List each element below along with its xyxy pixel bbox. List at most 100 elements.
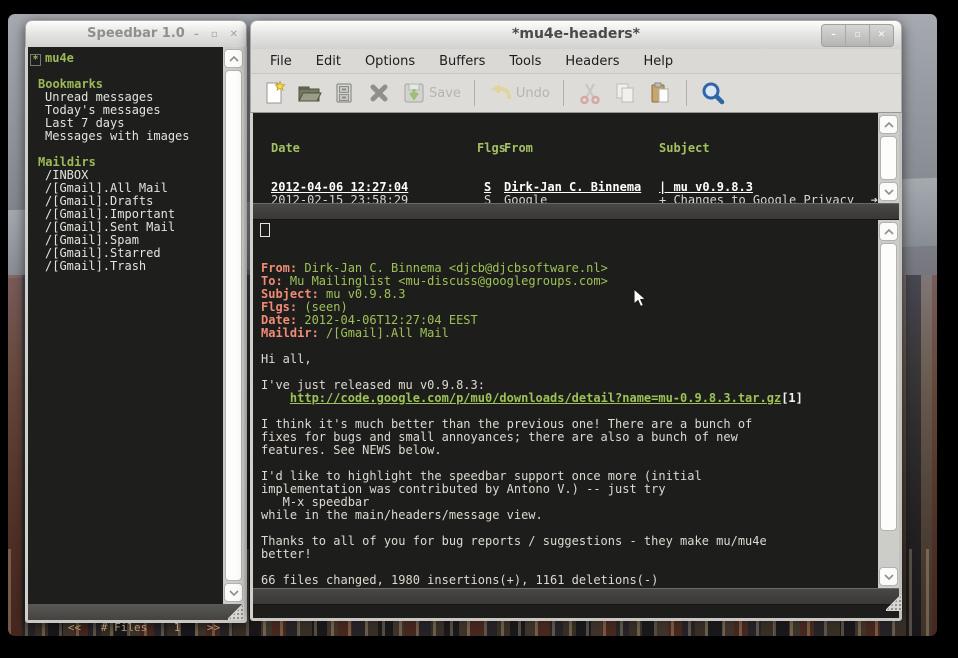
speedbar-root-item[interactable]: *mu4e (30, 52, 223, 65)
save-label: Save (429, 86, 461, 101)
mu4e-headers-pane: Date Flgs From Subject 2012-04-06 12:27:… (253, 113, 899, 203)
emacs-titlebar[interactable]: *mu4e-headers* – ▫ ✕ (250, 20, 902, 49)
speedbar-scrollbar[interactable] (223, 47, 244, 604)
minimize-icon[interactable]: – (194, 29, 199, 40)
emacs-window: *mu4e-headers* – ▫ ✕ FileEditOptionsBuff… (250, 20, 902, 614)
speedbar-root-label: mu4e (45, 51, 74, 65)
headers-row-list: 2012-04-06 12:27:04SDirk-Jan C. Binnema|… (253, 181, 878, 203)
menu-item-help[interactable]: Help (633, 52, 685, 71)
toolbar-separator (563, 80, 564, 106)
message-body-line: Thanks to all of you for bug reports / s… (261, 535, 878, 548)
undo-button[interactable]: Undo (488, 80, 550, 106)
view-scroll-track[interactable] (880, 243, 897, 565)
view-scrollbar[interactable] (878, 220, 899, 588)
speedbar-scroll-thumb[interactable] (225, 70, 242, 581)
field-colon: : (275, 274, 289, 288)
message-body-line: while in the main/headers/message view. (261, 509, 878, 522)
menu-item-edit[interactable]: Edit (305, 52, 352, 71)
headers-scrollbar[interactable] (878, 113, 899, 203)
scroll-up-icon[interactable] (879, 115, 898, 134)
download-link[interactable]: http://code.google.com/p/mu0/downloads/d… (290, 391, 781, 405)
emacs-window-controls: – ▫ ✕ (821, 24, 894, 47)
message-header-field: Subject: mu v0.9.8.3 (261, 288, 878, 301)
copy-button[interactable] (612, 80, 638, 106)
menu-item-headers[interactable]: Headers (554, 52, 630, 71)
menu-item-file[interactable]: File (259, 52, 303, 71)
column-from[interactable]: From (504, 142, 659, 155)
truncation-arrow-icon: ➔ (871, 194, 878, 203)
speedbar-content: *mu4e BookmarksUnread messagesToday's me… (28, 47, 223, 604)
scroll-down-icon[interactable] (879, 182, 898, 201)
scroll-down-icon[interactable] (224, 583, 243, 602)
speedbar-titlebar[interactable]: Speedbar 1.0 – ▫ ✕ (25, 20, 247, 47)
menu-item-tools[interactable]: Tools (498, 52, 552, 71)
field-colon: : (290, 261, 304, 275)
paste-button[interactable] (647, 80, 673, 106)
dired-button[interactable] (331, 80, 357, 106)
scroll-up-icon[interactable] (224, 49, 243, 68)
tool-bar: Save Undo (250, 73, 902, 113)
column-date[interactable]: Date (271, 142, 477, 155)
message-body-line (261, 587, 878, 588)
message-body-line: http://code.google.com/p/mu0/downloads/d… (261, 392, 878, 405)
maximize-icon[interactable]: ▫ (846, 25, 870, 46)
field-name: To (261, 274, 275, 288)
field-name: Flgs (261, 300, 290, 314)
message-row[interactable]: 2012-02-15 23:58:29SGoogle+ Changes to G… (253, 194, 878, 203)
mu4e-view-pane: From: Dirk-Jan C. Binnema <djcb@djcbsoft… (253, 220, 899, 588)
emacs-window-title: *mu4e-headers* (251, 21, 901, 47)
field-value: Mu Mailinglist <mu-discuss@googlegroups.… (290, 274, 608, 288)
field-name: Subject (261, 287, 312, 301)
view-scroll-thumb[interactable] (880, 243, 897, 531)
menu-bar: FileEditOptionsBuffersToolsHeadersHelp (250, 49, 902, 73)
toolbar-separator (686, 80, 687, 106)
new-file-button[interactable] (261, 80, 287, 106)
field-colon: : (312, 326, 326, 340)
message-subject: | mu v0.9.8.3 (659, 181, 878, 194)
column-flags[interactable]: Flgs (477, 142, 504, 155)
field-name: Maildir (261, 326, 312, 340)
speedbar-statusbar[interactable]: << # Files 1 >> (25, 604, 247, 620)
search-button[interactable] (700, 80, 726, 106)
link-indent (261, 391, 290, 405)
open-file-button[interactable] (296, 80, 322, 106)
headers-scroll-thumb[interactable] (880, 136, 897, 180)
save-button[interactable]: Save (401, 80, 461, 106)
scroll-up-icon[interactable] (879, 222, 898, 241)
menu-item-options[interactable]: Options (354, 52, 426, 71)
field-value: (seen) (304, 300, 347, 314)
field-value: /[Gmail].All Mail (326, 326, 449, 340)
maximize-icon[interactable]: ▫ (211, 29, 218, 40)
field-colon: : (312, 287, 326, 301)
speedbar-item[interactable]: /[Gmail].Trash (30, 260, 223, 273)
speedbar-scroll-track[interactable] (225, 70, 242, 581)
cut-button[interactable] (577, 80, 603, 106)
message-date: 2012-02-15 23:58:29 (271, 194, 477, 203)
minimize-icon[interactable]: – (822, 25, 846, 46)
menu-item-buffers[interactable]: Buffers (428, 52, 496, 71)
message-flags: S (477, 194, 504, 203)
close-icon[interactable]: ✕ (870, 25, 893, 46)
mu4e-headers-modeline: U:%*- *mu4e-headers* All L1 (mu4e-header… (253, 203, 899, 220)
message-subject-text: | mu v0.9.8.3 (659, 181, 878, 194)
message-subject-text: + Changes to Google Privacy (659, 194, 871, 203)
message-body-line: 66 files changed, 1980 insertions(+), 11… (261, 574, 878, 587)
emacs-cursor (260, 223, 270, 237)
headers-column-row: Date Flgs From Subject (253, 142, 878, 155)
message-body-line: better! (261, 548, 878, 561)
field-name: Date (261, 313, 290, 327)
undo-label: Undo (516, 86, 550, 101)
emacs-resize-grip[interactable] (886, 595, 902, 611)
message-from: Google (504, 194, 659, 203)
headers-scroll-track[interactable] (880, 136, 897, 180)
field-name: From (261, 261, 290, 275)
mouse-cursor (633, 288, 647, 308)
close-buffer-button[interactable] (366, 80, 392, 106)
echo-area[interactable] (253, 605, 899, 618)
message-body-line: Hi all, (261, 353, 878, 366)
scroll-down-icon[interactable] (879, 567, 898, 586)
close-icon[interactable]: ✕ (230, 29, 238, 40)
speedbar-resize-grip[interactable] (228, 604, 244, 620)
speedbar-item[interactable]: Messages with images (30, 130, 223, 143)
column-subject[interactable]: Subject (659, 142, 878, 155)
